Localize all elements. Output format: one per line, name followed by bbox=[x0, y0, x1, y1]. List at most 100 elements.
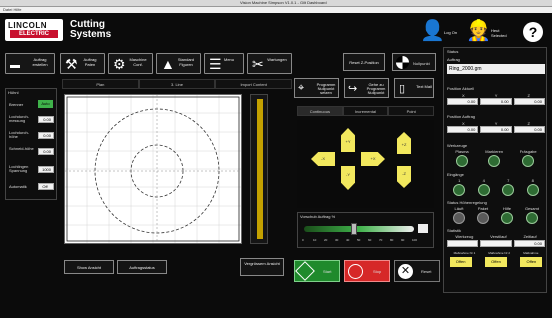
brenner-toggle[interactable]: Auto bbox=[38, 100, 53, 108]
tool-plasma: Plasma bbox=[455, 149, 469, 168]
target-z-value: 0.00 bbox=[513, 126, 545, 133]
feed-override-panel: Vorschub Auftrag % 0 10 20 30 40 50 60 70 80 90 10… bbox=[297, 212, 434, 248]
stat-val-2 bbox=[480, 240, 512, 247]
user-icon[interactable]: 👤 bbox=[420, 20, 445, 42]
measure-col-3: Maßnahme bbox=[523, 251, 539, 255]
row4-input[interactable]: 1000 bbox=[38, 166, 54, 173]
row2-input[interactable]: 0.00 bbox=[38, 132, 54, 139]
logon-label[interactable]: Log On bbox=[444, 30, 457, 35]
window-title-bar: Vision Machine Simpson V1.0.1 - Gilt Das… bbox=[0, 0, 552, 7]
tab-point[interactable]: Point bbox=[388, 106, 435, 116]
zero-point-button[interactable]: Nullpunkt bbox=[392, 53, 436, 71]
maintenance-button[interactable]: ✂ Wartungen bbox=[247, 53, 292, 74]
feed-scale-tick: 70 bbox=[379, 238, 383, 242]
measure-1-badge[interactable]: Offen bbox=[449, 257, 472, 267]
height-scale bbox=[250, 94, 268, 244]
hs-help: Hilfe bbox=[500, 206, 513, 225]
measure-col-1: Maßnahme Nr 1 bbox=[453, 251, 476, 255]
set-program-zero-label: Programm Nullpunkt setzen bbox=[316, 82, 336, 95]
actual-x-value: 0.00 bbox=[447, 98, 479, 105]
show-view-button[interactable]: Show Ansicht bbox=[64, 260, 114, 274]
input-1: 1 bbox=[453, 178, 466, 197]
reset-button[interactable]: ✕ Reset bbox=[394, 260, 440, 282]
input-1-led bbox=[453, 184, 466, 196]
statistics-values: 0.00 bbox=[447, 240, 545, 247]
standard-figures-button[interactable]: ▲ Standard Figuren bbox=[156, 53, 201, 74]
jog-x-minus[interactable]: -X bbox=[311, 152, 335, 166]
reset-z-button[interactable]: Reset Z-Position bbox=[343, 53, 385, 71]
tab-plan[interactable]: Plan bbox=[62, 79, 139, 89]
goto-program-zero-button[interactable]: ↪ Gehe zu Programm Nullpunkt bbox=[344, 78, 389, 98]
zoom-view-button[interactable]: Vergrössern Ansicht bbox=[240, 258, 284, 276]
input-8-label: 8 bbox=[531, 178, 534, 183]
operator-icon[interactable]: 👷 bbox=[466, 20, 491, 42]
measure-col-2: Maßnahme Nr 2 bbox=[488, 251, 511, 255]
jog-y-minus[interactable]: -Y bbox=[341, 166, 355, 190]
tools-icon: ⚒ bbox=[65, 56, 78, 72]
jog-y-plus[interactable]: +Y bbox=[341, 128, 355, 152]
stat-col-1: Werkzeug bbox=[455, 234, 474, 239]
measure-3-badge[interactable]: Offen bbox=[520, 257, 543, 267]
input-1-label: 1 bbox=[458, 178, 461, 183]
statistics-label: Statistik bbox=[447, 228, 462, 233]
feed-scale-tick: 0 bbox=[302, 238, 304, 242]
tab-line[interactable]: 3. Line bbox=[138, 79, 216, 89]
feed-override-slider[interactable] bbox=[304, 226, 414, 232]
set-program-zero-button[interactable]: ⌖ Programm Nullpunkt setzen bbox=[294, 78, 339, 98]
help-icon[interactable]: ? bbox=[523, 22, 543, 42]
input-7: 7 bbox=[502, 178, 515, 197]
hs-total-led bbox=[525, 212, 538, 224]
cut-preview-canvas[interactable] bbox=[64, 94, 242, 244]
tab-incremental[interactable]: Incremental bbox=[342, 106, 389, 116]
measure-2-badge[interactable]: Offen bbox=[484, 257, 507, 267]
jog-z-plus[interactable]: +Z bbox=[397, 132, 411, 154]
window-title: Vision Machine Simpson V1.0.1 - Gilt Das… bbox=[240, 0, 327, 5]
menu-button[interactable]: ☰ Menu bbox=[204, 53, 244, 74]
tool-mill-label: Fräsgabe bbox=[519, 149, 537, 154]
hs-running-led bbox=[452, 212, 465, 224]
start-label: Start bbox=[323, 269, 332, 274]
phone-icon: ▯ bbox=[399, 83, 406, 95]
tab-import[interactable]: Import Content bbox=[215, 79, 293, 89]
job-paths-label: Auftrag Paten bbox=[83, 57, 97, 67]
stop-button[interactable]: Stop bbox=[344, 260, 390, 282]
create-job-button[interactable]: ▬ Auftrag erstellen bbox=[5, 53, 55, 74]
hs-running-label: Läuft bbox=[454, 206, 464, 211]
stat-val-1 bbox=[447, 240, 479, 247]
tab-continuous[interactable]: Continuous bbox=[297, 106, 343, 116]
stop-label: Stop bbox=[373, 269, 382, 274]
row1-input[interactable]: 0.00 bbox=[38, 116, 54, 123]
statistics-headers: Werkzeug Verstllauf Zeitlauf bbox=[447, 234, 545, 239]
jog-z-minus[interactable]: -Z bbox=[397, 166, 411, 188]
text-mail-button[interactable]: ▯ Text Mail bbox=[394, 78, 434, 98]
row3-input[interactable]: 0.00 bbox=[38, 148, 54, 155]
inputs-row: 1 4 7 8 bbox=[447, 178, 545, 197]
zero-point-label: Nullpunkt bbox=[413, 61, 430, 66]
inputs-label: Eingänge bbox=[447, 172, 464, 177]
job-label: Auftrag bbox=[447, 57, 460, 62]
hs-packet: Paket bbox=[476, 206, 489, 225]
zero-point-icon bbox=[396, 56, 409, 69]
feed-override-scale: 0 10 20 30 40 50 60 70 80 90 100 bbox=[302, 238, 417, 244]
job-status-button[interactable]: Auftragsstatus bbox=[117, 260, 167, 274]
start-button[interactable]: Start bbox=[294, 260, 340, 282]
hs-total-label: Gesamt bbox=[524, 206, 539, 211]
stop-icon bbox=[348, 264, 363, 279]
jog-x-plus[interactable]: +X bbox=[361, 152, 385, 166]
tool-mill-led bbox=[522, 155, 535, 167]
move-mode-tabs: Continuous Incremental Point bbox=[297, 106, 435, 116]
menu-bar[interactable]: Datei Hilfe bbox=[0, 7, 552, 13]
machine-config-button[interactable]: ⚙ Maschine Conf. bbox=[108, 53, 153, 74]
hs-packet-led bbox=[476, 212, 489, 224]
automatic-toggle[interactable]: Off bbox=[38, 183, 54, 190]
input-7-led bbox=[502, 184, 515, 196]
job-paths-button[interactable]: ⚒ Auftrag Paten bbox=[60, 53, 105, 74]
tool-marker-led bbox=[488, 155, 501, 167]
view-tabs: Plan 3. Line Import Content bbox=[62, 79, 293, 89]
feed-override-thumb[interactable] bbox=[350, 223, 357, 235]
hs-total: Gesamt bbox=[525, 206, 539, 225]
feed-scale-tick: 20 bbox=[324, 238, 328, 242]
row2-label: Lochdurch-höhe bbox=[9, 130, 30, 139]
input-4-led bbox=[477, 184, 490, 196]
hs-packet-label: Paket bbox=[477, 206, 489, 211]
